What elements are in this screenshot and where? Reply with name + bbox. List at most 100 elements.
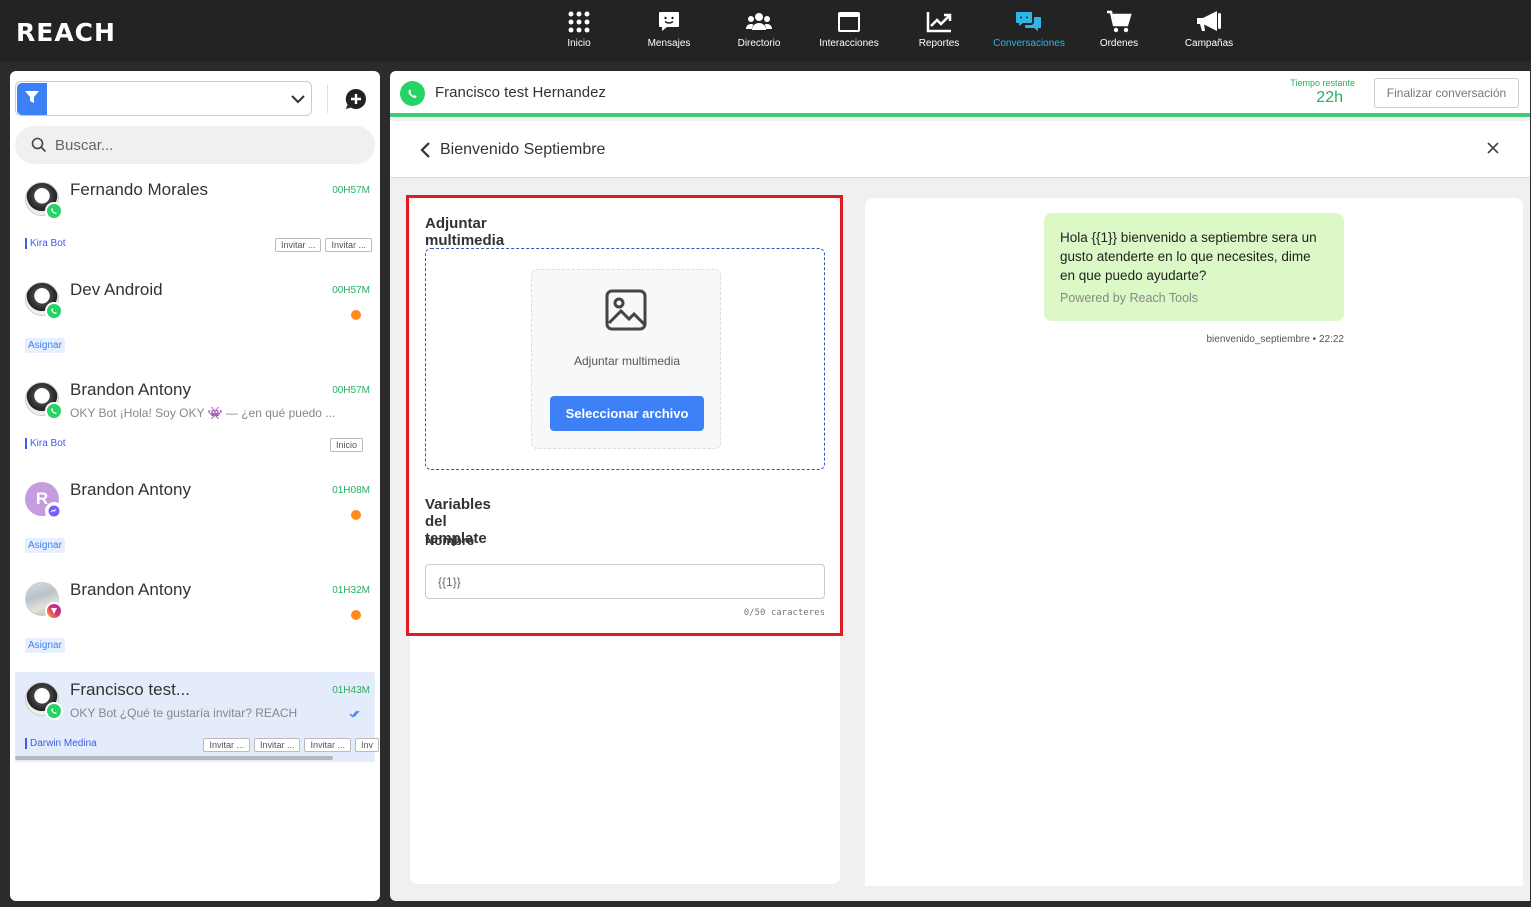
double-check-icon (349, 706, 361, 724)
timer-label: Tiempo restante (1290, 78, 1355, 88)
media-dropzone[interactable]: Adjuntar multimedia Seleccionar archivo (425, 248, 825, 470)
tag[interactable]: Inv (354, 738, 379, 752)
nav-campanas[interactable]: Campañas (1164, 0, 1254, 62)
filter-row (15, 81, 375, 117)
nav-conversaciones[interactable]: Conversaciones (984, 0, 1074, 62)
whatsapp-icon (45, 202, 63, 220)
last-message-preview: OKY Bot ¿Qué te gustaría invitar? REACH (70, 706, 298, 720)
end-conversation-button[interactable]: Finalizar conversación (1374, 78, 1519, 108)
last-message-preview: OKY Bot ¡Hola! Soy OKY 👾 — ¿en qué puedo… (70, 406, 336, 420)
char-count: 0/50 (743, 608, 766, 618)
message-footer: Powered by Reach Tools (1060, 291, 1199, 305)
message-icon (657, 9, 681, 35)
elapsed-time: 00H57M (332, 385, 370, 396)
timer-value: 22h (1316, 89, 1343, 106)
filter-icon (25, 90, 39, 109)
nav-label: Interacciones (819, 38, 879, 49)
search-input[interactable] (55, 134, 355, 156)
upload-text: Adjuntar multimedia (573, 354, 681, 368)
tag[interactable]: Invitar ... (274, 238, 322, 252)
horizontal-scrollbar[interactable] (15, 756, 333, 760)
variable-input[interactable] (425, 564, 825, 599)
conversation-panel: Francisco test Hernandez Tiempo restante… (390, 71, 1530, 901)
contact-name: Dev Android (70, 280, 163, 299)
tag[interactable]: Invitar ... (253, 738, 301, 752)
tag[interactable]: Inicio (329, 438, 363, 452)
nav-directorio[interactable]: Directorio (714, 0, 804, 62)
unread-dot (351, 510, 361, 520)
elapsed-time: 01H32M (332, 585, 370, 596)
nav-ordenes[interactable]: Ordenes (1074, 0, 1164, 62)
tag-list: Inicio (329, 438, 363, 452)
whatsapp-icon (45, 402, 63, 420)
elapsed-time: 01H08M (332, 485, 370, 496)
nav-label: Ordenes (1099, 38, 1139, 49)
attach-section-title: Adjuntar multimedia (425, 215, 505, 249)
template-header: Bienvenido Septiembre (390, 121, 1530, 178)
upload-box[interactable]: Adjuntar multimedia Seleccionar archivo (531, 269, 721, 449)
window-icon (837, 9, 861, 35)
message-text: Hola {{1}} bienvenido a septiembre sera … (1060, 230, 1317, 283)
conversation-item[interactable]: Brandon Antony 00H57M OKY Bot ¡Hola! Soy… (15, 372, 375, 462)
filter-button[interactable] (17, 83, 47, 115)
assign-button[interactable]: Asignar (25, 638, 65, 653)
nav-mensajes[interactable]: Mensajes (624, 0, 714, 62)
instagram-icon (45, 602, 63, 620)
divider (327, 85, 328, 113)
chevron-down-icon (289, 90, 307, 113)
megaphone-icon (1195, 9, 1223, 35)
nav-inicio[interactable]: Inicio (534, 0, 624, 62)
close-icon[interactable] (1486, 141, 1500, 160)
elapsed-time: 00H57M (332, 185, 370, 196)
nav-label: Mensajes (647, 38, 691, 49)
conversation-item[interactable]: Fernando Morales 00H57M Kira Bot Invitar… (15, 172, 375, 262)
nav-label: Campañas (1184, 38, 1234, 49)
nav-label: Conversaciones (993, 38, 1065, 49)
main-nav: Inicio Mensajes Directorio Interacciones… (534, 0, 1254, 62)
tag[interactable]: Invitar ... (304, 738, 351, 752)
contact-name: Brandon Antony (70, 580, 191, 599)
filter-select[interactable] (15, 81, 312, 116)
message-meta: bienvenido_septiembre • 22:22 (1206, 334, 1345, 345)
assign-button[interactable]: Asignar (25, 338, 65, 353)
new-conversation-icon[interactable] (345, 88, 367, 110)
conversation-item-selected[interactable]: Francisco test... 01H43M OKY Bot ¿Qué te… (15, 672, 379, 762)
template-title: Bienvenido Septiembre (440, 141, 606, 158)
field-label: Nombre (425, 533, 475, 548)
cart-icon (1106, 9, 1132, 35)
conversation-item[interactable]: Dev Android 00H57M Asignar (15, 272, 375, 362)
nav-label: Directorio (737, 38, 781, 49)
back-arrow-icon[interactable] (418, 141, 432, 164)
contact-name: Fernando Morales (70, 180, 208, 199)
unread-dot (351, 610, 361, 620)
tag-list: Invitar ... Invitar ... Invitar ... Inv (203, 738, 379, 752)
tag[interactable]: Invitar ... (325, 238, 372, 252)
grid-icon (567, 9, 591, 35)
conversation-item[interactable]: Brandon Antony 01H32M Asignar (15, 572, 375, 662)
users-icon (746, 9, 772, 35)
agent-label: Kira Bot (25, 438, 66, 449)
search-bar (15, 126, 375, 164)
unread-dot (351, 310, 361, 320)
reach-logo[interactable]: REACH (16, 18, 116, 47)
nav-interacciones[interactable]: Interacciones (804, 0, 894, 62)
contact-name: Francisco test... (70, 680, 190, 699)
message-bubble: Hola {{1}} bienvenido a septiembre sera … (1044, 213, 1344, 321)
top-navbar: REACH Inicio Mensajes Directorio Interac… (0, 0, 1531, 62)
conversation-item[interactable]: R Brandon Antony 01H08M Asignar (15, 472, 375, 562)
char-label: caracteres (770, 608, 825, 618)
select-file-button[interactable]: Seleccionar archivo (550, 396, 704, 431)
tag[interactable]: Invitar ... (203, 738, 250, 752)
nav-reportes[interactable]: Reportes (894, 0, 984, 62)
whatsapp-icon (400, 81, 425, 106)
tag-list: Invitar ... Invitar ... (274, 238, 372, 252)
assign-button[interactable]: Asignar (25, 538, 65, 553)
messenger-icon (45, 502, 63, 520)
elapsed-time: 01H43M (332, 685, 370, 696)
search-icon (31, 137, 47, 158)
conversation-sidebar: Fernando Morales 00H57M Kira Bot Invitar… (10, 71, 380, 901)
whatsapp-icon (45, 302, 63, 320)
chart-icon (926, 9, 952, 35)
agent-label: Kira Bot (25, 238, 66, 249)
chat-bubbles-icon (1015, 9, 1043, 35)
